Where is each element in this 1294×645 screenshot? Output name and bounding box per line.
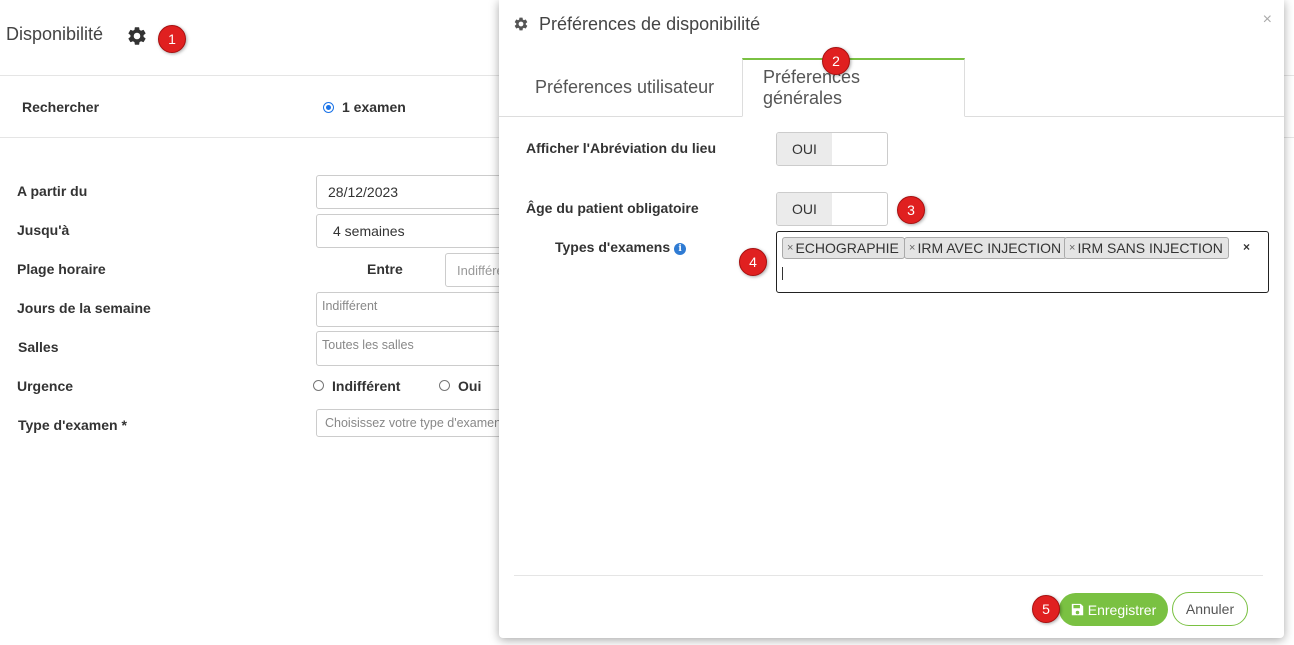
gear-icon [514, 17, 528, 31]
info-icon[interactable]: i [674, 243, 687, 255]
from-label: A partir du [17, 183, 88, 199]
age-required-toggle[interactable]: OUI [776, 192, 888, 226]
age-required-label: Âge du patient obligatoire [526, 200, 699, 216]
urgency-indifferent-label: Indifférent [332, 378, 401, 394]
step-marker: 4 [739, 248, 767, 276]
exam-type-tag: × IRM AVEC INJECTION [904, 237, 1068, 259]
age-required-toggle-value: OUI [777, 193, 832, 225]
abbrev-toggle-value: OUI [777, 133, 832, 165]
rooms-label: Salles [18, 339, 59, 355]
tag-remove-icon[interactable]: × [1069, 242, 1075, 254]
step-marker: 5 [1032, 595, 1060, 623]
cancel-button[interactable]: Annuler [1172, 592, 1248, 626]
exam-type-select[interactable]: Choisissez votre type d'examen [316, 409, 516, 437]
exam-types-multiselect[interactable]: × ECHOGRAPHIE × IRM AVEC INJECTION × IRM… [776, 231, 1269, 293]
time-range-label: Plage horaire [17, 261, 106, 277]
save-button-label: Enregistrer [1087, 601, 1157, 618]
weekdays-label: Jours de la semaine [17, 300, 151, 316]
exam-types-label-text: Types d'examens [555, 239, 671, 255]
urgency-yes-radio[interactable] [439, 380, 450, 391]
weekdays-select[interactable]: Indifférent [316, 292, 516, 327]
until-select[interactable]: 4 semaines [316, 214, 516, 248]
from-date-input[interactable]: 28/12/2023 [316, 175, 516, 209]
preferences-modal: Préférences de disponibilité × Préferenc… [499, 0, 1284, 638]
step-marker: 3 [897, 196, 925, 224]
close-icon[interactable]: × [1263, 11, 1272, 29]
step-marker: 2 [822, 47, 850, 75]
exam-types-label: Types d'examens i [555, 239, 687, 255]
abbrev-toggle[interactable]: OUI [776, 132, 888, 166]
tag-remove-icon[interactable]: × [909, 242, 915, 254]
exam-type-tag-label: ECHOGRAPHIE [795, 240, 899, 256]
text-cursor [782, 267, 783, 280]
search-one-exam-radio[interactable] [323, 102, 334, 113]
exam-type-tag: × ECHOGRAPHIE [782, 237, 905, 259]
save-icon [1071, 603, 1083, 616]
exam-type-tag: × IRM SANS INJECTION [1064, 237, 1229, 259]
gear-icon[interactable] [126, 25, 148, 47]
modal-title: Préférences de disponibilité [539, 14, 761, 34]
exam-type-tag-label: IRM AVEC INJECTION [917, 240, 1062, 256]
urgency-label: Urgence [17, 378, 74, 394]
tag-remove-icon[interactable]: × [787, 242, 793, 254]
clear-all-icon[interactable]: × [1243, 240, 1250, 254]
save-button[interactable]: Enregistrer [1059, 593, 1168, 626]
tab-user-preferences[interactable]: Préferences utilisateur [535, 58, 734, 116]
tab-general-preferences[interactable]: Préferences générales [742, 58, 965, 117]
exam-type-label: Type d'examen * [18, 417, 127, 433]
between-label: Entre [367, 261, 403, 277]
urgency-yes-label: Oui [458, 378, 482, 394]
step-marker: 1 [158, 25, 186, 53]
page-title: Disponibilité [6, 24, 104, 44]
exam-type-tag-label: IRM SANS INJECTION [1077, 240, 1223, 256]
search-label: Rechercher [22, 99, 100, 115]
abbrev-label: Afficher l'Abréviation du lieu [526, 140, 717, 156]
until-label: Jusqu'à [17, 222, 70, 238]
footer-divider [514, 575, 1263, 576]
search-one-exam-label: 1 examen [342, 99, 406, 115]
urgency-indifferent-radio[interactable] [313, 380, 324, 391]
rooms-select[interactable]: Toutes les salles [316, 331, 516, 366]
